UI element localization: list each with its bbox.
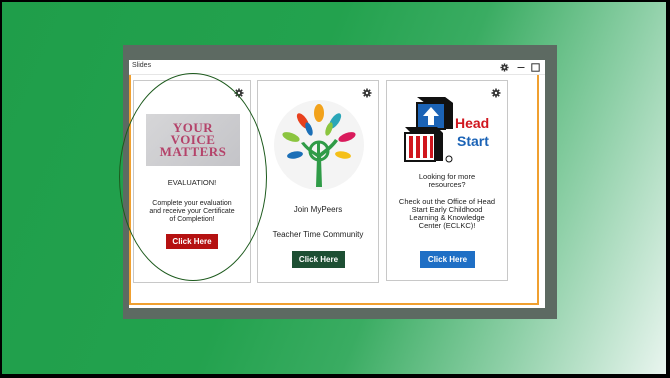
- widget-title: Slides: [132, 62, 152, 69]
- card-subheading: Teacher Time Community: [272, 230, 364, 239]
- card-heading: Join MyPeers: [293, 205, 343, 214]
- card-question: Looking for more resources?: [418, 172, 476, 189]
- card-mypeers: Join MyPeers Teacher Time Community Clic…: [257, 80, 379, 283]
- mypeers-click-button[interactable]: Click Here: [292, 251, 345, 268]
- eclkc-click-button[interactable]: Click Here: [420, 251, 475, 268]
- logo-head-text: Head: [455, 115, 490, 131]
- gear-icon[interactable]: [362, 85, 372, 98]
- card-description: Check out the Office of Head Start Early…: [398, 197, 496, 230]
- minimize-icon[interactable]: [516, 62, 526, 72]
- mypeers-tree-logo: [274, 100, 364, 190]
- logo-start-text: Start: [457, 133, 489, 149]
- head-start-logo: Head Start: [399, 93, 499, 165]
- maximize-icon[interactable]: [530, 62, 540, 72]
- card-head-start: Head Start Looking for more resources? C…: [386, 80, 508, 281]
- highlight-ellipse: [119, 73, 267, 281]
- gear-icon[interactable]: [499, 62, 509, 72]
